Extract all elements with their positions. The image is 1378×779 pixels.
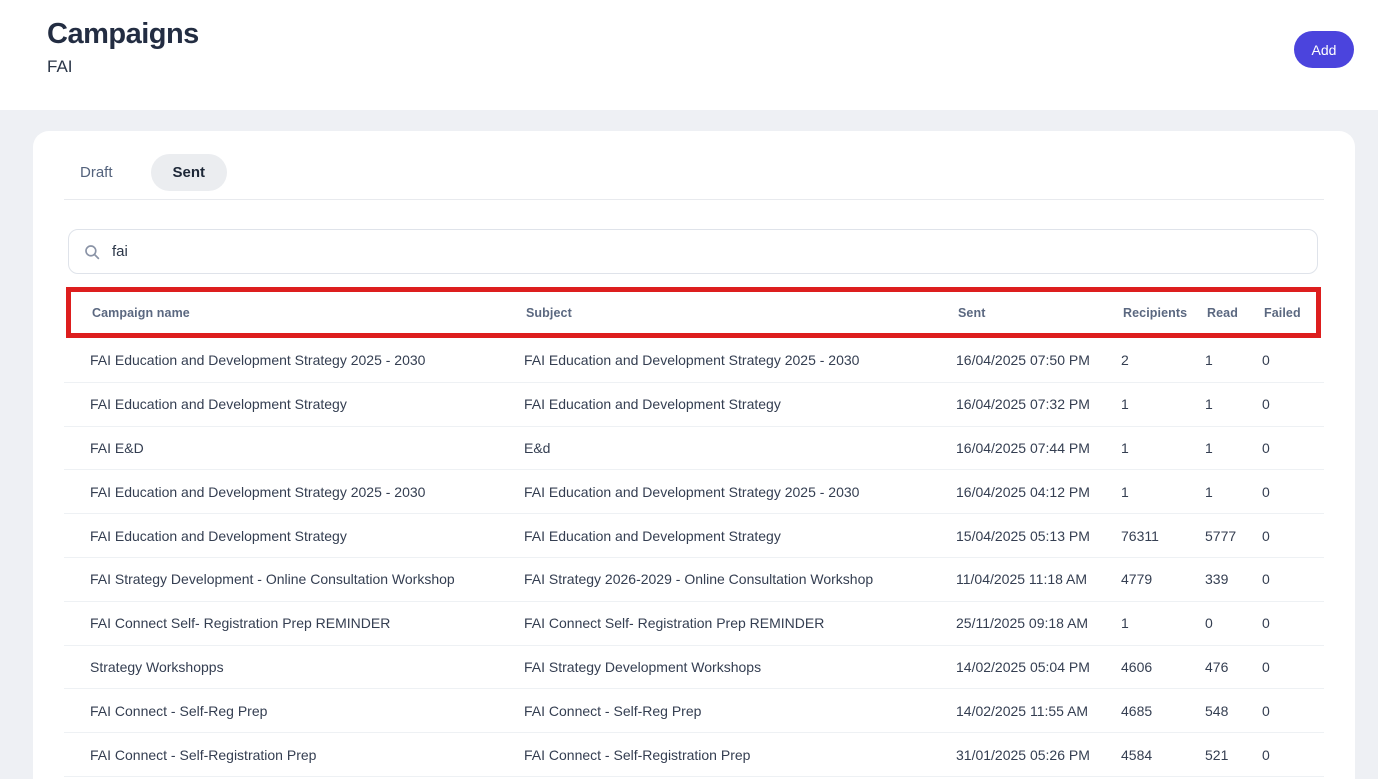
table-row[interactable]: Strategy WorkshoppsFAI Strategy Developm… — [64, 646, 1324, 690]
cell-failed: 0 — [1262, 747, 1322, 763]
cell-sent: 25/11/2025 09:18 AM — [956, 615, 1121, 631]
cell-failed: 0 — [1262, 484, 1322, 500]
table-row[interactable]: FAI Education and Development Strategy 2… — [64, 470, 1324, 514]
cell-failed: 0 — [1262, 396, 1322, 412]
cell-recipients: 1 — [1121, 440, 1205, 456]
cell-subject: FAI Connect - Self-Reg Prep — [524, 703, 956, 719]
add-button[interactable]: Add — [1294, 31, 1354, 68]
cell-failed: 0 — [1262, 528, 1322, 544]
cell-recipients: 4685 — [1121, 703, 1205, 719]
page-title: Campaigns — [47, 18, 199, 51]
table-row[interactable]: FAI Connect Self- Registration Prep REMI… — [64, 602, 1324, 646]
cell-campaign-name: FAI E&D — [90, 440, 524, 456]
cell-sent: 14/02/2025 05:04 PM — [956, 659, 1121, 675]
cell-recipients: 76311 — [1121, 528, 1205, 544]
table-row[interactable]: FAI Education and Development Strategy 2… — [64, 339, 1324, 383]
cell-failed: 0 — [1262, 352, 1322, 368]
cell-subject: FAI Education and Development Strategy 2… — [524, 484, 956, 500]
cell-failed: 0 — [1262, 571, 1322, 587]
cell-sent: 16/04/2025 07:32 PM — [956, 396, 1121, 412]
column-header-sent[interactable]: Sent — [958, 306, 1123, 320]
column-header-read[interactable]: Read — [1207, 306, 1264, 320]
cell-campaign-name: FAI Education and Development Strategy — [90, 528, 524, 544]
cell-read: 1 — [1205, 396, 1262, 412]
cell-subject: FAI Strategy 2026-2029 - Online Consulta… — [524, 571, 956, 587]
tab-bar: Draft Sent — [64, 152, 227, 192]
table-row[interactable]: FAI Strategy Development - Online Consul… — [64, 558, 1324, 602]
campaigns-card: Draft Sent Campaign name Subject Sent Re… — [33, 131, 1355, 779]
cell-subject: FAI Strategy Development Workshops — [524, 659, 956, 675]
cell-campaign-name: FAI Connect Self- Registration Prep REMI… — [90, 615, 524, 631]
cell-recipients: 2 — [1121, 352, 1205, 368]
table-header-row-annotation: Campaign name Subject Sent Recipients Re… — [66, 287, 1321, 338]
tab-sent[interactable]: Sent — [151, 154, 228, 191]
table-row[interactable]: FAI E&DE&d16/04/2025 07:44 PM110 — [64, 427, 1324, 471]
column-header-failed[interactable]: Failed — [1264, 306, 1324, 320]
cell-subject: FAI Education and Development Strategy — [524, 396, 956, 412]
cell-subject: E&d — [524, 440, 956, 456]
cell-sent: 11/04/2025 11:18 AM — [956, 571, 1121, 587]
tabs-divider — [64, 199, 1324, 200]
tab-draft[interactable]: Draft — [64, 154, 129, 191]
column-header-subject[interactable]: Subject — [526, 306, 958, 320]
search-input[interactable] — [112, 243, 1303, 260]
cell-campaign-name: FAI Education and Development Strategy 2… — [90, 484, 524, 500]
table-header-row: Campaign name Subject Sent Recipients Re… — [71, 306, 1316, 320]
cell-subject: FAI Education and Development Strategy 2… — [524, 352, 956, 368]
cell-recipients: 4779 — [1121, 571, 1205, 587]
cell-subject: FAI Connect - Self-Registration Prep — [524, 747, 956, 763]
cell-sent: 14/02/2025 11:55 AM — [956, 703, 1121, 719]
page-subtitle: FAI — [47, 57, 73, 77]
table-row[interactable]: FAI Education and Development StrategyFA… — [64, 514, 1324, 558]
cell-read: 5777 — [1205, 528, 1262, 544]
column-header-campaign-name[interactable]: Campaign name — [92, 306, 526, 320]
cell-read: 521 — [1205, 747, 1262, 763]
cell-failed: 0 — [1262, 659, 1322, 675]
cell-campaign-name: FAI Education and Development Strategy 2… — [90, 352, 524, 368]
cell-recipients: 4584 — [1121, 747, 1205, 763]
cell-campaign-name: Strategy Workshopps — [90, 659, 524, 675]
cell-read: 1 — [1205, 440, 1262, 456]
cell-read: 548 — [1205, 703, 1262, 719]
cell-subject: FAI Connect Self- Registration Prep REMI… — [524, 615, 956, 631]
cell-read: 339 — [1205, 571, 1262, 587]
cell-recipients: 1 — [1121, 484, 1205, 500]
table-row[interactable]: FAI Connect - Self-Registration PrepFAI … — [64, 733, 1324, 777]
cell-sent: 31/01/2025 05:26 PM — [956, 747, 1121, 763]
cell-campaign-name: FAI Education and Development Strategy — [90, 396, 524, 412]
cell-campaign-name: FAI Connect - Self-Registration Prep — [90, 747, 524, 763]
cell-recipients: 1 — [1121, 396, 1205, 412]
column-header-recipients[interactable]: Recipients — [1123, 306, 1207, 320]
cell-campaign-name: FAI Strategy Development - Online Consul… — [90, 571, 524, 587]
cell-subject: FAI Education and Development Strategy — [524, 528, 956, 544]
cell-read: 1 — [1205, 484, 1262, 500]
search-box[interactable] — [68, 229, 1318, 274]
cell-sent: 16/04/2025 07:50 PM — [956, 352, 1121, 368]
cell-campaign-name: FAI Connect - Self-Reg Prep — [90, 703, 524, 719]
cell-sent: 16/04/2025 07:44 PM — [956, 440, 1121, 456]
cell-read: 1 — [1205, 352, 1262, 368]
top-header-bar: Campaigns FAI Add — [0, 0, 1378, 110]
cell-failed: 0 — [1262, 615, 1322, 631]
cell-failed: 0 — [1262, 440, 1322, 456]
table-body: FAI Education and Development Strategy 2… — [64, 339, 1324, 777]
cell-recipients: 4606 — [1121, 659, 1205, 675]
cell-sent: 15/04/2025 05:13 PM — [956, 528, 1121, 544]
table-row[interactable]: FAI Connect - Self-Reg PrepFAI Connect -… — [64, 689, 1324, 733]
cell-recipients: 1 — [1121, 615, 1205, 631]
search-icon — [83, 243, 101, 261]
cell-sent: 16/04/2025 04:12 PM — [956, 484, 1121, 500]
cell-failed: 0 — [1262, 703, 1322, 719]
table-row[interactable]: FAI Education and Development StrategyFA… — [64, 383, 1324, 427]
cell-read: 476 — [1205, 659, 1262, 675]
cell-read: 0 — [1205, 615, 1262, 631]
